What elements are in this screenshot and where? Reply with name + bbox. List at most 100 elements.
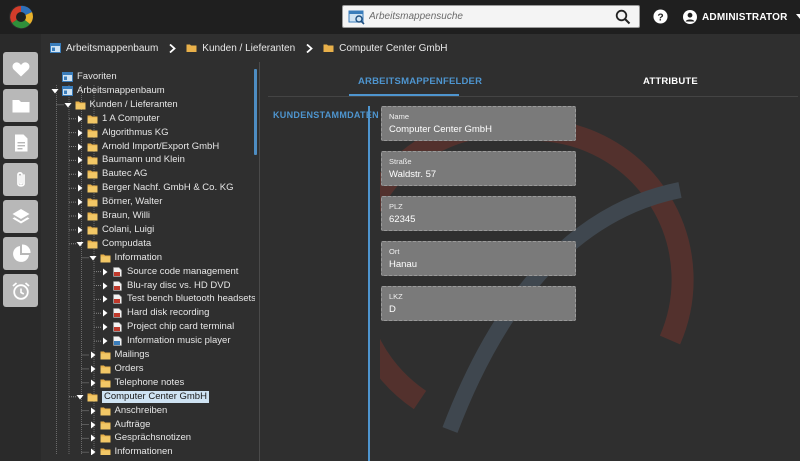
field-name[interactable]: Name Computer Center GmbH [381, 106, 576, 141]
tab-arbeitsmappenfelder[interactable]: ARBEITSMAPPENFELDER [358, 76, 482, 87]
app-logo-icon[interactable] [8, 4, 34, 30]
tree-node[interactable]: Baumann und Klein [76, 153, 185, 167]
tree-node[interactable]: Aufträge [89, 418, 150, 432]
rail-documents-button[interactable] [3, 126, 38, 159]
section-label[interactable]: KUNDENSTAMMDATEN [273, 110, 379, 120]
expand-caret-down-icon[interactable] [89, 254, 97, 262]
pane-divider [259, 62, 260, 461]
rail-layers-button[interactable] [3, 200, 38, 233]
expand-caret-right-icon[interactable] [101, 337, 109, 345]
tree-node[interactable]: Test bench bluetooth headsets [101, 292, 255, 306]
search-input[interactable] [369, 7, 609, 26]
expand-caret-right-icon[interactable] [76, 212, 84, 220]
tree-node[interactable]: Colani, Luigi [76, 223, 154, 237]
expand-caret-right-icon[interactable] [101, 282, 109, 290]
expand-caret-right-icon[interactable] [89, 434, 97, 442]
tree-node-label: Compudata [102, 237, 152, 249]
field-street[interactable]: Straße Waldstr. 57 [381, 151, 576, 186]
expand-caret-right-icon[interactable] [101, 295, 109, 303]
user-menu[interactable]: ADMINISTRATOR [683, 8, 800, 26]
expand-caret-right-icon[interactable] [89, 365, 97, 373]
tree-node[interactable]: Blu-ray disc vs. HD DVD [101, 279, 230, 293]
field-label: Straße [389, 157, 412, 166]
field-country-code[interactable]: LKZ D [381, 286, 576, 321]
rail-reports-button[interactable] [3, 237, 38, 270]
expand-caret-right-icon[interactable] [89, 407, 97, 415]
expand-caret-right-icon[interactable] [76, 129, 84, 137]
tree-node-label: Blu-ray disc vs. HD DVD [127, 279, 231, 291]
tree-node[interactable]: Source code management [101, 265, 238, 279]
tree-node[interactable]: Braun, Willi [76, 209, 150, 223]
expand-caret-down-icon[interactable] [51, 87, 59, 95]
field-postal-code[interactable]: PLZ 62345 [381, 196, 576, 231]
tree-node-label: Favoriten [77, 71, 117, 82]
expand-caret-right-icon[interactable] [101, 268, 109, 276]
document-icon [113, 294, 122, 305]
expand-caret-right-icon[interactable] [101, 309, 109, 317]
tree-node[interactable]: Arnold Import/Export GmbH [76, 140, 219, 154]
tree-node[interactable]: 1 A Computer [76, 112, 160, 126]
expand-caret-right-icon[interactable] [89, 448, 97, 455]
tree-node-label: Hard disk recording [127, 307, 210, 319]
chevron-down-icon[interactable] [795, 14, 800, 20]
expand-caret-down-icon[interactable] [64, 101, 72, 109]
breadcrumb-item[interactable]: Computer Center GmbH [323, 42, 448, 54]
field-value: D [389, 304, 396, 315]
folder-icon [323, 44, 334, 52]
rail-favorites-button[interactable] [3, 52, 38, 85]
expand-caret-right-icon[interactable] [89, 379, 97, 387]
expand-caret-right-icon[interactable] [76, 156, 84, 164]
rail-folders-button[interactable] [3, 89, 38, 122]
breadcrumb-item[interactable]: Kunden / Lieferanten [186, 43, 295, 54]
tree-node[interactable]: Computer Center GmbH [76, 390, 209, 404]
tree-node-label: Algorithmus KG [102, 126, 169, 138]
search-icon[interactable] [615, 9, 631, 25]
tree-scrollbar[interactable] [254, 69, 257, 155]
tree-node[interactable]: Algorithmus KG [76, 126, 169, 140]
field-city[interactable]: Ort Hanau [381, 241, 576, 276]
tree-node[interactable]: Telephone notes [89, 376, 184, 390]
tree-node[interactable]: Project chip card terminal [101, 320, 234, 334]
tree-node[interactable]: Information music player [101, 334, 230, 348]
rail-attachments-button[interactable] [3, 163, 38, 196]
pie-chart-icon [12, 243, 31, 262]
workspace-icon [62, 85, 73, 96]
folder-icon [87, 156, 98, 165]
tree-node[interactable]: Information [89, 251, 162, 265]
expand-caret-right-icon[interactable] [76, 226, 84, 234]
tree-node[interactable]: Gesprächsnotizen [89, 431, 191, 445]
tree-node[interactable]: Informationen [89, 445, 173, 455]
expand-caret-right-icon[interactable] [101, 323, 109, 331]
expand-caret-right-icon[interactable] [76, 170, 84, 178]
expand-caret-down-icon[interactable] [76, 240, 84, 248]
tree-node[interactable]: Hard disk recording [101, 306, 209, 320]
tab-attribute[interactable]: ATTRIBUTE [643, 76, 698, 87]
expand-caret-right-icon[interactable] [76, 198, 84, 206]
breadcrumb-label: Kunden / Lieferanten [202, 42, 296, 54]
tree-node[interactable]: Orders [89, 362, 144, 376]
expand-caret-right-icon[interactable] [76, 115, 84, 123]
help-icon[interactable]: ? [653, 9, 668, 24]
document-icon [113, 308, 122, 319]
tree-node[interactable]: Favoriten [51, 70, 117, 84]
field-label: LKZ [389, 292, 403, 301]
expand-caret-right-icon[interactable] [89, 421, 97, 429]
breadcrumb-label: Computer Center GmbH [339, 42, 448, 54]
tree-node[interactable]: Mailings [89, 348, 149, 362]
tree-node-label: Arbeitsmappenbaum [77, 84, 165, 96]
tree-node[interactable]: Arbeitsmappenbaum [51, 84, 165, 98]
tree-node-label: Source code management [127, 265, 239, 277]
expand-caret-right-icon[interactable] [89, 351, 97, 359]
tree-node[interactable]: Berger Nachf. GmbH & Co. KG [76, 181, 233, 195]
folder-icon [87, 240, 98, 249]
expand-caret-down-icon[interactable] [76, 393, 84, 401]
breadcrumb-item[interactable]: Arbeitsmappenbaum [50, 43, 158, 54]
tree-node[interactable]: Compudata [76, 237, 151, 251]
tree-node[interactable]: Anschreiben [89, 404, 167, 418]
tree-node[interactable]: Kunden / Lieferanten [64, 98, 178, 112]
tree-node[interactable]: Bautec AG [76, 167, 147, 181]
tree-node[interactable]: Börner, Walter [76, 195, 162, 209]
expand-caret-right-icon[interactable] [76, 143, 84, 151]
rail-reminders-button[interactable] [3, 274, 38, 307]
expand-caret-right-icon[interactable] [76, 184, 84, 192]
